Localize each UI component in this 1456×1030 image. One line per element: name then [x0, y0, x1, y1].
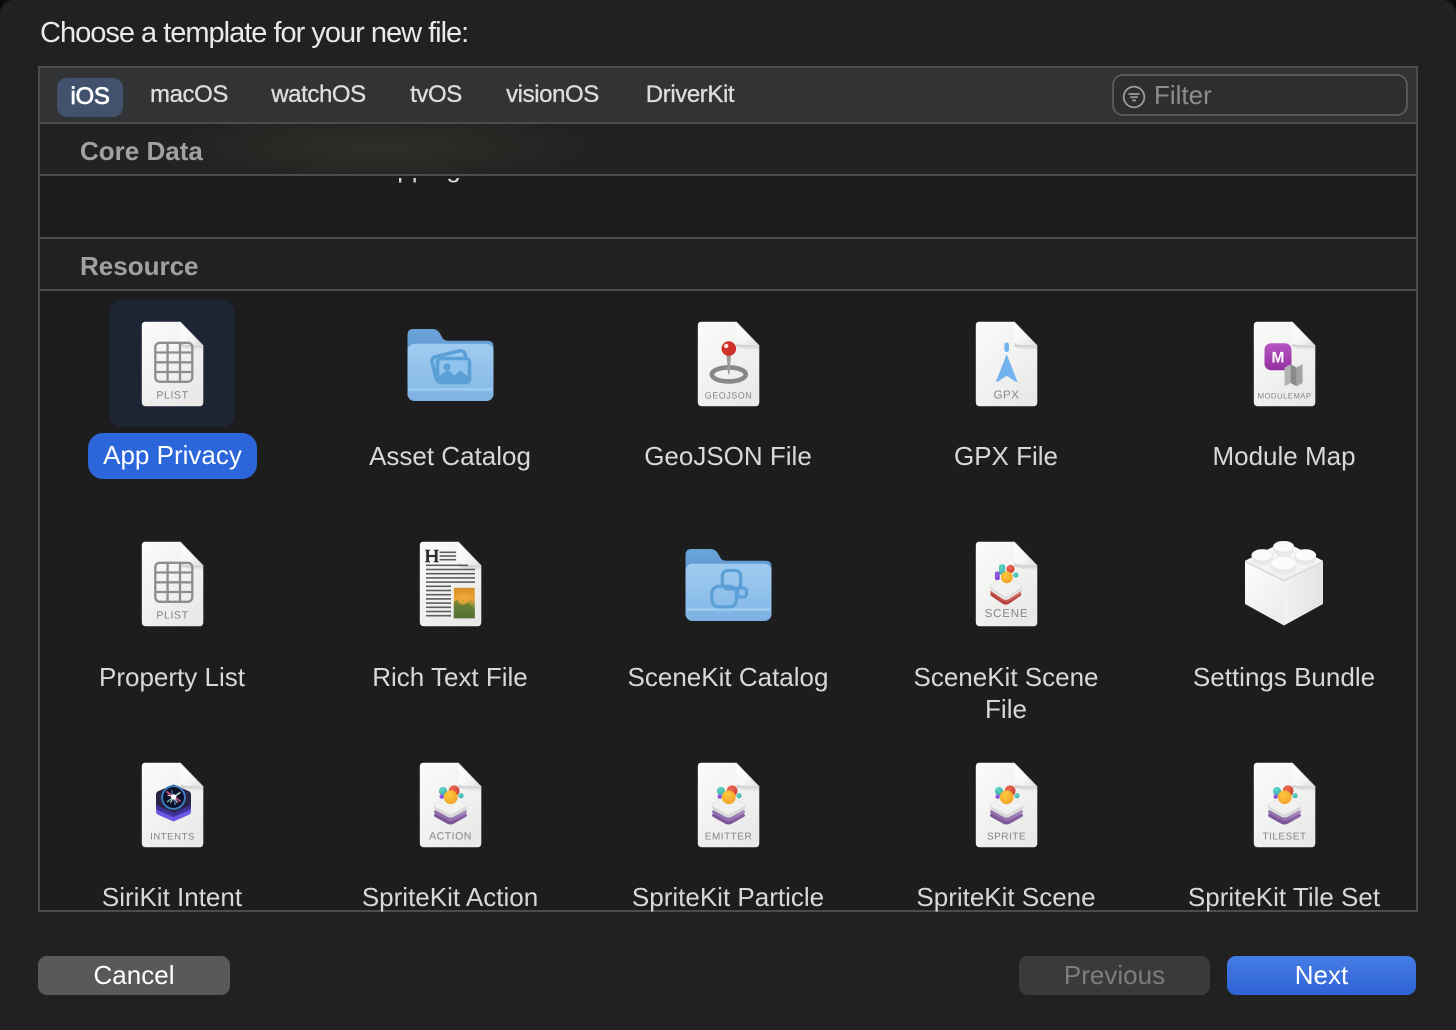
svg-text:INTENTS: INTENTS — [150, 831, 195, 842]
svg-text:SCENE: SCENE — [984, 608, 1028, 620]
svg-text:ACTION: ACTION — [429, 830, 472, 842]
svg-text:SPRITE: SPRITE — [986, 831, 1025, 842]
svg-text:GEOJSON: GEOJSON — [704, 390, 752, 400]
svg-text:GPX: GPX — [993, 389, 1019, 401]
svg-text:PLIST: PLIST — [156, 610, 188, 622]
svg-text:PLIST: PLIST — [156, 389, 188, 401]
svg-text:EMITTER: EMITTER — [704, 831, 751, 842]
svg-text:M: M — [1271, 349, 1284, 366]
svg-text:MODULEMAP: MODULEMAP — [1257, 391, 1311, 400]
svg-text:TILESET: TILESET — [1262, 831, 1306, 842]
